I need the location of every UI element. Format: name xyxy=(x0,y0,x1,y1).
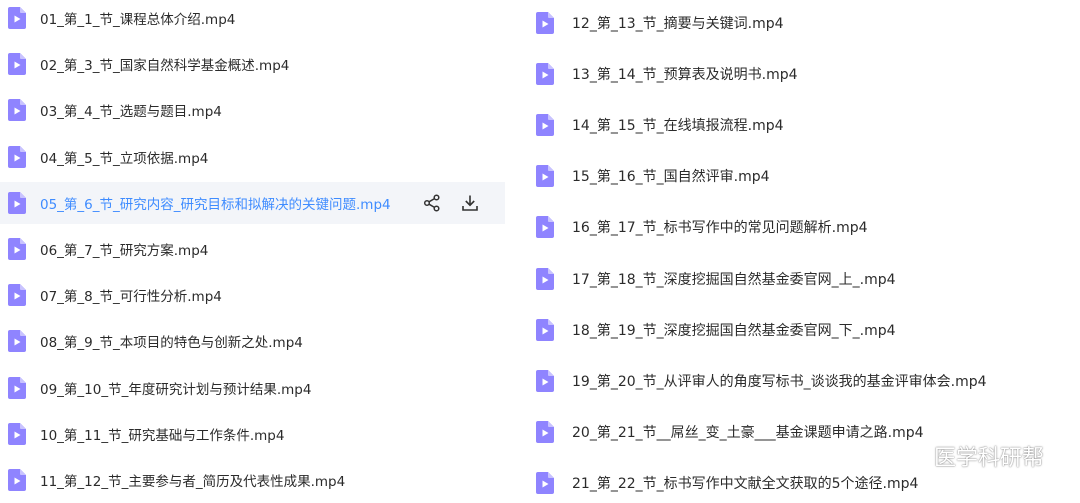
file-name: 15_第_16_节_国自然评审.mp4 xyxy=(572,169,770,185)
file-name: 09_第_10_节_年度研究计划与预计结果.mp4 xyxy=(40,382,312,398)
video-file-icon xyxy=(8,238,26,260)
file-row[interactable]: 10_第_11_节_研究基础与工作条件.mp4 xyxy=(0,413,505,455)
video-file-icon xyxy=(536,12,554,34)
video-file-icon xyxy=(8,330,26,352)
file-name: 08_第_9_节_本项目的特色与创新之处.mp4 xyxy=(40,335,303,351)
file-name: 02_第_3_节_国家自然科学基金概述.mp4 xyxy=(40,58,290,74)
video-file-icon xyxy=(536,216,554,238)
file-name: 19_第_20_节_从评审人的角度写标书_谈谈我的基金评审体会.mp4 xyxy=(572,374,987,390)
share-icon[interactable] xyxy=(423,194,441,212)
file-name: 01_第_1_节_课程总体介绍.mp4 xyxy=(40,12,236,28)
file-name: 04_第_5_节_立项依据.mp4 xyxy=(40,151,209,167)
file-name: 20_第_21_节__屌丝_变_土豪___基金课题申请之路.mp4 xyxy=(572,425,924,441)
file-name: 14_第_15_节_在线填报流程.mp4 xyxy=(572,118,784,134)
row-actions xyxy=(423,182,479,224)
video-file-icon xyxy=(536,472,554,494)
file-row[interactable]: 06_第_7_节_研究方案.mp4 xyxy=(0,228,505,270)
file-name: 03_第_4_节_选题与题目.mp4 xyxy=(40,104,222,120)
file-name: 07_第_8_节_可行性分析.mp4 xyxy=(40,289,222,305)
file-name: 17_第_18_节_深度挖掘国自然基金委官网_上_.mp4 xyxy=(572,272,896,288)
file-row[interactable]: 12_第_13_节_摘要与关键词.mp4 xyxy=(528,2,1080,44)
file-row[interactable]: 04_第_5_节_立项依据.mp4 xyxy=(0,136,505,178)
file-row[interactable]: 02_第_3_节_国家自然科学基金概述.mp4 xyxy=(0,43,505,85)
video-file-icon xyxy=(8,423,26,445)
file-name: 10_第_11_节_研究基础与工作条件.mp4 xyxy=(40,428,285,444)
video-file-icon xyxy=(8,7,26,29)
video-file-icon xyxy=(8,99,26,121)
video-file-icon xyxy=(536,63,554,85)
video-file-icon xyxy=(536,421,554,443)
video-file-icon xyxy=(536,319,554,341)
video-file-icon xyxy=(8,469,26,491)
file-list-page: 01_第_1_节_课程总体介绍.mp4 02_第_3_节_国家自然科学基金概述.m… xyxy=(0,0,1080,503)
video-file-icon xyxy=(536,165,554,187)
video-file-icon xyxy=(8,53,26,75)
wechat-logo-icon xyxy=(892,441,928,471)
file-row[interactable]: 08_第_9_节_本项目的特色与创新之处.mp4 xyxy=(0,320,505,362)
file-name: 16_第_17_节_标书写作中的常见问题解析.mp4 xyxy=(572,220,868,236)
file-row[interactable]: 13_第_14_节_预算表及说明书.mp4 xyxy=(528,53,1080,95)
watermark-text: 医学科研帮 xyxy=(933,446,1044,471)
watermark: 医学科研帮 xyxy=(892,440,1044,472)
video-file-icon xyxy=(536,114,554,136)
file-name: 18_第_19_节_深度挖掘国自然基金委官网_下_.mp4 xyxy=(572,323,896,339)
file-row[interactable]: 01_第_1_节_课程总体介绍.mp4 xyxy=(0,0,505,39)
video-file-icon xyxy=(536,370,554,392)
video-file-icon xyxy=(8,284,26,306)
file-name: 06_第_7_节_研究方案.mp4 xyxy=(40,243,209,259)
file-row[interactable]: 19_第_20_节_从评审人的角度写标书_谈谈我的基金评审体会.mp4 xyxy=(528,360,1080,402)
file-row[interactable]: 16_第_17_节_标书写作中的常见问题解析.mp4 xyxy=(528,206,1080,248)
video-file-icon xyxy=(8,192,26,214)
file-row[interactable]: 11_第_12_节_主要参与者_简历及代表性成果.mp4 xyxy=(0,459,505,501)
file-row[interactable]: 17_第_18_节_深度挖掘国自然基金委官网_上_.mp4 xyxy=(528,258,1080,300)
file-name: 05_第_6_节_研究内容_研究目标和拟解决的关键问题.mp4 xyxy=(40,197,391,213)
file-row[interactable]: 14_第_15_节_在线填报流程.mp4 xyxy=(528,104,1080,146)
video-file-icon xyxy=(536,268,554,290)
file-name: 21_第_22_节_标书写作中文献全文获取的5个途径.mp4 xyxy=(572,476,919,492)
file-row[interactable]: 07_第_8_节_可行性分析.mp4 xyxy=(0,274,505,316)
file-row[interactable]: 15_第_16_节_国自然评审.mp4 xyxy=(528,155,1080,197)
file-row[interactable]: 05_第_6_节_研究内容_研究目标和拟解决的关键问题.mp4 xyxy=(0,182,505,224)
download-icon[interactable] xyxy=(461,194,479,212)
video-file-icon xyxy=(8,377,26,399)
file-row[interactable]: 18_第_19_节_深度挖掘国自然基金委官网_下_.mp4 xyxy=(528,309,1080,351)
video-file-icon xyxy=(8,146,26,168)
file-row[interactable]: 09_第_10_节_年度研究计划与预计结果.mp4 xyxy=(0,367,505,409)
file-name: 13_第_14_节_预算表及说明书.mp4 xyxy=(572,67,798,83)
file-name: 11_第_12_节_主要参与者_简历及代表性成果.mp4 xyxy=(40,474,346,490)
file-name: 12_第_13_节_摘要与关键词.mp4 xyxy=(572,16,784,32)
file-row[interactable]: 03_第_4_节_选题与题目.mp4 xyxy=(0,89,505,131)
